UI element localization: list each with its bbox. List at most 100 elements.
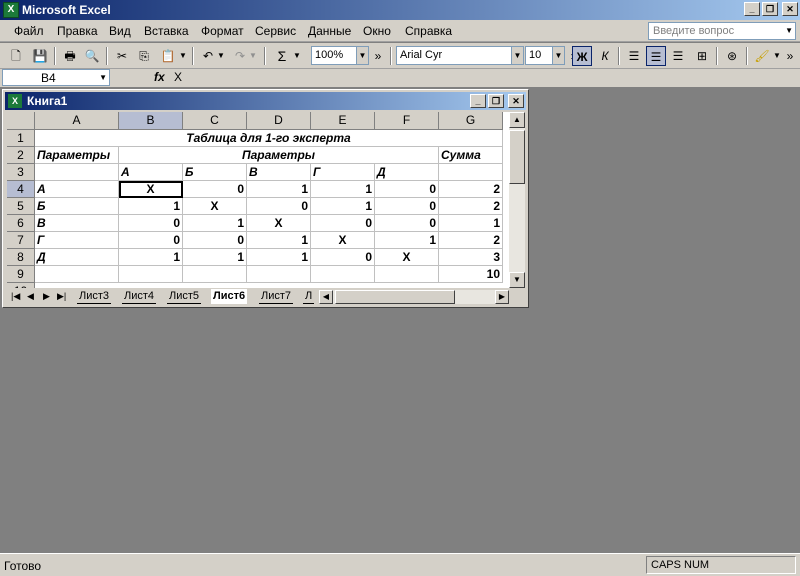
table-cell[interactable] xyxy=(247,266,311,283)
row-header[interactable]: 8 xyxy=(7,249,35,266)
prev-sheet-icon[interactable]: ◀ xyxy=(27,291,34,302)
table-title-cell[interactable]: Таблица для 1-го эксперта xyxy=(35,130,503,147)
sum-cell[interactable]: 2 xyxy=(439,198,503,215)
row-label[interactable]: Д xyxy=(35,249,119,266)
table-cell[interactable]: 1 xyxy=(119,249,183,266)
chevron-down-icon[interactable]: ▼ xyxy=(292,46,302,66)
table-cell[interactable]: X xyxy=(247,215,311,232)
chevron-down-icon[interactable]: ▼ xyxy=(99,73,107,82)
table-cell[interactable] xyxy=(35,266,119,283)
total-sum-cell[interactable]: 10 xyxy=(439,266,503,283)
last-sheet-icon[interactable]: ▶| xyxy=(57,291,66,302)
sheet-tab-partial[interactable]: Л xyxy=(303,289,315,304)
menu-file[interactable]: Файл xyxy=(14,24,44,38)
column-header[interactable]: D xyxy=(247,112,311,130)
row-label[interactable]: Б xyxy=(35,198,119,215)
sum-cell[interactable]: 1 xyxy=(439,215,503,232)
autosum-icon[interactable]: Σ xyxy=(272,46,292,66)
cell-d3[interactable]: В xyxy=(247,164,311,181)
print-icon[interactable]: 🖶 xyxy=(60,46,80,66)
table-cell[interactable]: 0 xyxy=(375,215,439,232)
font-name-combo[interactable]: Arial Cyr ▼ xyxy=(396,46,524,65)
chevron-down-icon[interactable]: ▼ xyxy=(356,47,368,64)
redo-icon[interactable]: ↷ xyxy=(230,46,250,66)
chevron-down-icon[interactable]: ▼ xyxy=(785,26,793,35)
scroll-left-icon[interactable]: ◀ xyxy=(319,290,333,304)
restore-button[interactable]: ❐ xyxy=(488,94,504,108)
chevron-down-icon[interactable]: ▼ xyxy=(178,46,188,66)
column-header[interactable]: A xyxy=(35,112,119,130)
insert-function-icon[interactable]: fx xyxy=(154,70,165,84)
table-cell[interactable]: 1 xyxy=(183,215,247,232)
row-header[interactable]: 9 xyxy=(7,266,35,283)
chevron-down-icon[interactable]: ▼ xyxy=(552,47,564,64)
menu-view[interactable]: Вид xyxy=(109,24,131,38)
formula-input[interactable]: X xyxy=(174,70,182,84)
row-label[interactable]: Г xyxy=(35,232,119,249)
cell-a2[interactable]: Параметры xyxy=(35,147,119,164)
chevron-down-icon[interactable]: ▼ xyxy=(772,46,782,66)
column-header[interactable]: C xyxy=(183,112,247,130)
align-right-icon[interactable]: ☰ xyxy=(668,46,688,66)
column-header[interactable]: G xyxy=(439,112,503,130)
bold-button[interactable]: Ж xyxy=(572,46,592,66)
minimize-button[interactable]: _ xyxy=(470,94,486,108)
column-header[interactable]: E xyxy=(311,112,375,130)
table-cell[interactable]: 0 xyxy=(183,181,247,198)
row-header[interactable]: 2 xyxy=(7,147,35,164)
undo-icon[interactable]: ↶ xyxy=(198,46,218,66)
scroll-thumb[interactable] xyxy=(335,290,455,304)
chevron-down-icon[interactable]: ▼ xyxy=(511,47,523,64)
menu-tools[interactable]: Сервис xyxy=(255,24,296,38)
close-button[interactable]: ✕ xyxy=(508,94,524,108)
table-cell[interactable] xyxy=(311,266,375,283)
table-cell[interactable]: X xyxy=(375,249,439,266)
row-label[interactable]: А xyxy=(35,181,119,198)
scroll-right-icon[interactable]: ▶ xyxy=(495,290,509,304)
paste-icon[interactable]: 📋 xyxy=(158,46,178,66)
print-preview-icon[interactable]: 🔍 xyxy=(82,46,102,66)
vertical-scrollbar[interactable]: ▲ ▼ xyxy=(509,112,525,288)
italic-button[interactable]: К xyxy=(595,46,615,66)
table-cell[interactable]: 1 xyxy=(311,181,375,198)
table-cell[interactable]: 1 xyxy=(247,232,311,249)
menu-edit[interactable]: Правка xyxy=(57,24,98,38)
sheet-tab-list4[interactable]: Лист4 xyxy=(122,289,157,304)
menu-data[interactable]: Данные xyxy=(308,24,351,38)
minimize-button[interactable]: _ xyxy=(744,2,760,16)
cell-e3[interactable]: Г xyxy=(311,164,375,181)
table-cell[interactable]: 0 xyxy=(119,232,183,249)
table-cell[interactable]: 0 xyxy=(375,181,439,198)
table-cell[interactable]: 0 xyxy=(375,198,439,215)
table-cell[interactable]: 1 xyxy=(247,181,311,198)
sheet-tab-list6[interactable]: Лист6 xyxy=(211,289,248,304)
toolbar-more-icon[interactable]: » xyxy=(784,46,796,66)
excel-icon[interactable]: X xyxy=(3,2,19,18)
font-size-combo[interactable]: 10 ▼ xyxy=(525,46,565,65)
row-header[interactable]: 10 xyxy=(7,283,35,288)
toolbar-more-icon[interactable]: » xyxy=(372,46,384,66)
sum-cell[interactable]: 2 xyxy=(439,181,503,198)
row-header[interactable]: 6 xyxy=(7,215,35,232)
next-sheet-icon[interactable]: ▶ xyxy=(43,291,50,302)
name-box[interactable]: B4 ▼ xyxy=(2,69,110,86)
table-cell[interactable]: 1 xyxy=(375,232,439,249)
menu-format[interactable]: Формат xyxy=(201,24,244,38)
merge-center-icon[interactable]: ⊞ xyxy=(692,46,712,66)
horizontal-scrollbar[interactable]: ◀ ▶ xyxy=(319,290,509,304)
first-sheet-icon[interactable]: |◀ xyxy=(11,291,20,302)
new-icon[interactable]: 🗋 xyxy=(6,46,26,66)
table-cell[interactable]: 1 xyxy=(247,249,311,266)
currency-icon[interactable]: ⊛ xyxy=(722,46,742,66)
column-header[interactable]: B xyxy=(119,112,183,130)
menu-help[interactable]: Справка xyxy=(405,24,452,38)
cell-f3[interactable]: Д xyxy=(375,164,439,181)
table-cell[interactable] xyxy=(183,266,247,283)
table-cell[interactable]: 0 xyxy=(311,249,375,266)
cell-b2-merged[interactable]: Параметры xyxy=(119,147,439,164)
select-all-corner[interactable] xyxy=(7,112,35,130)
fill-color-icon[interactable]: 🖌 xyxy=(752,46,772,66)
active-cell-b4[interactable]: X xyxy=(119,181,183,198)
cell-g2[interactable]: Сумма xyxy=(439,147,503,164)
table-cell[interactable]: 0 xyxy=(119,215,183,232)
